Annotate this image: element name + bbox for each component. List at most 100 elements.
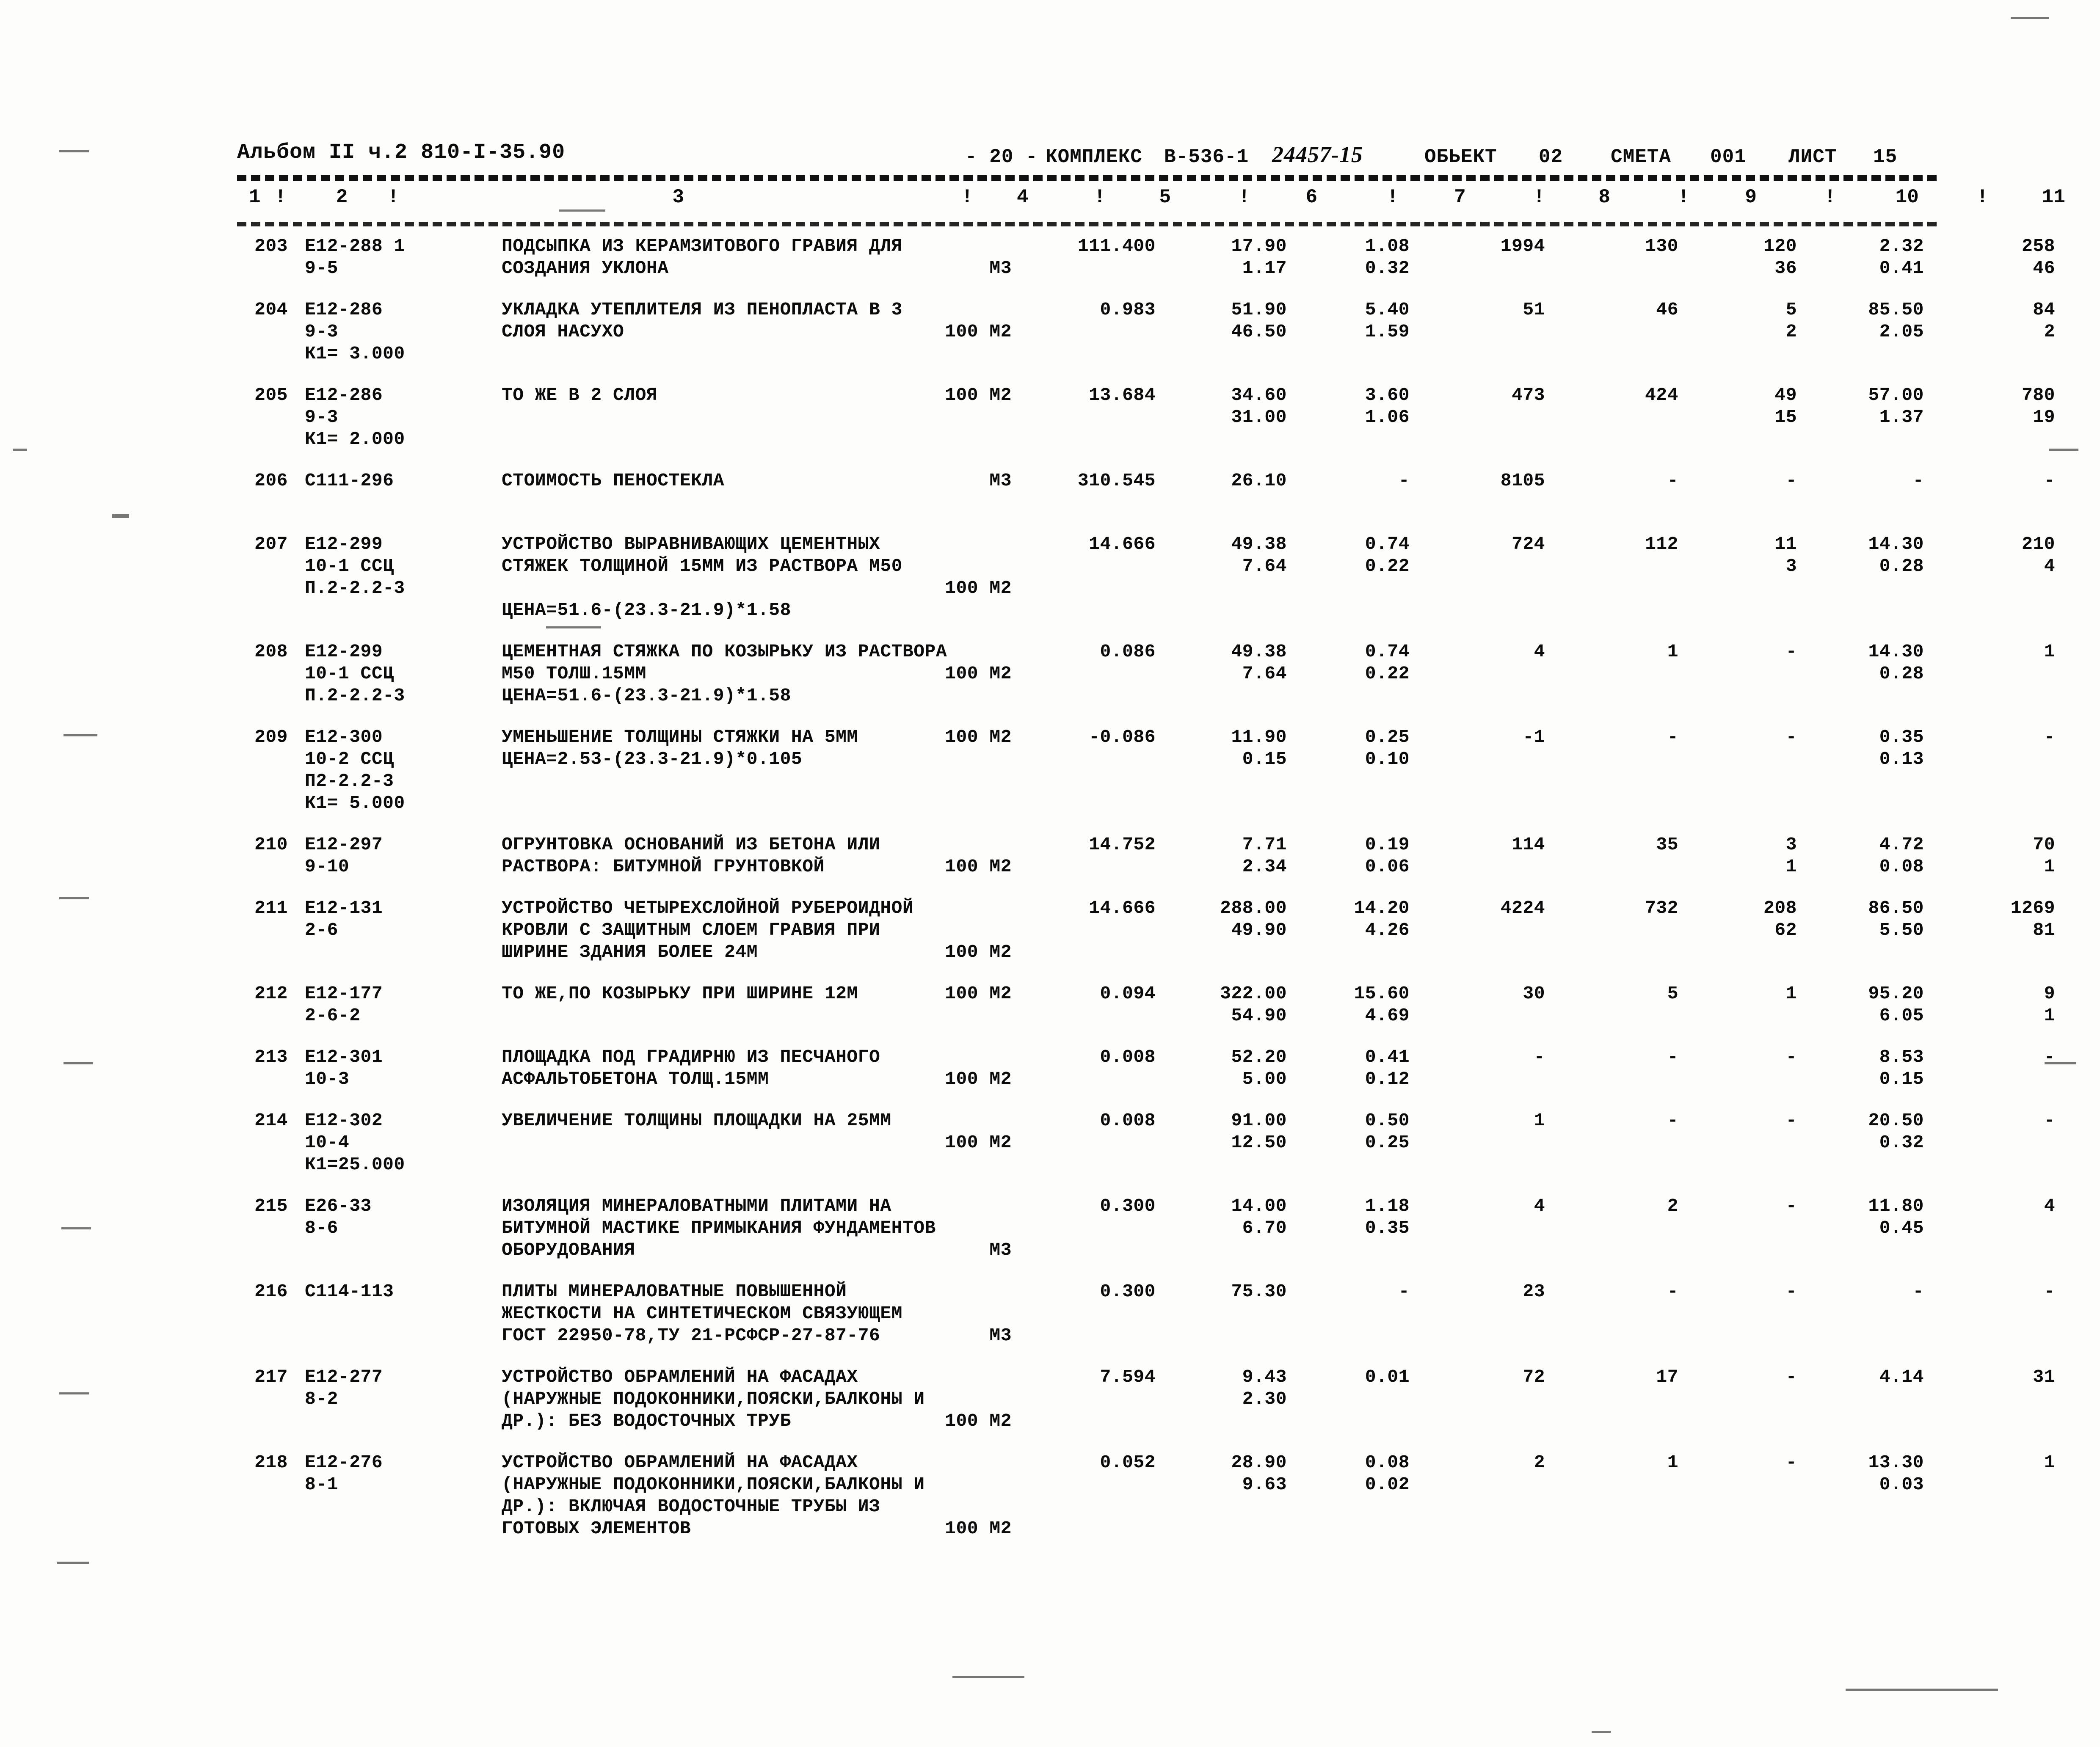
table-row: 215 E26-33 ИЗОЛЯЦИЯ МИНЕРАЛОВАТНЫМИ ПЛИТАМ…: [237, 1196, 2055, 1262]
column-header-sep: !: [1533, 186, 1545, 208]
row-subcode: 10-1 ССЦ: [305, 556, 394, 576]
col10-value: 11.80: [1868, 1196, 1924, 1216]
col4-quantity: 0.300: [1100, 1196, 1156, 1216]
column-header-7: 7: [1454, 186, 1466, 208]
col10-value: 4.14: [1879, 1367, 1924, 1387]
row-description: ГОСТ 22950-78,ТУ 21-РСФСР-27-87-76: [502, 1325, 880, 1346]
row-line: 10-4 100 М2 12.50 0.25 0.32: [237, 1132, 1939, 1154]
row-line: 215 E26-33 ИЗОЛЯЦИЯ МИНЕРАЛОВАТНЫМИ ПЛИТАМ…: [237, 1196, 2055, 1218]
col5-value: 52.20: [1231, 1047, 1287, 1067]
col6-value: -: [1398, 470, 1410, 491]
col10-value-secondary: 6.05: [1879, 1005, 1924, 1026]
row-line: 8-2 (НАРУЖНЫЕ ПОДОКОННИКИ,ПОЯСКИ,БАЛКОНЫ …: [237, 1389, 1939, 1411]
col4-quantity: 14.666: [1089, 534, 1156, 554]
table-row: 205 E12-286 ТО ЖЕ В 2 СЛОЯ 100 М2 13.684 34.6…: [237, 385, 2055, 451]
col6-value-secondary: 0.12: [1365, 1069, 1410, 1089]
col7-value: 23: [1523, 1281, 1545, 1302]
col7-value: 114: [1512, 834, 1545, 855]
table-row: 209 E12-300 УМЕНЬШЕНИЕ ТОЛЩИНЫ СТЯЖКИ НА 5…: [237, 727, 2055, 815]
col11-value: -: [2044, 727, 2055, 747]
row-subcode: 2-6-2: [305, 1005, 361, 1026]
col9-value-secondary: 2: [1785, 321, 1797, 342]
scan-artifact: [112, 514, 129, 518]
col11-value-secondary: 19: [2033, 407, 2055, 427]
col10-value: 95.20: [1868, 983, 1924, 1004]
row-line: К1= 2.000: [237, 429, 1939, 451]
col6-value-secondary: 0.06: [1365, 856, 1410, 877]
row-line: 9-3 СЛОЯ НАСУХО 100 М2 46.50 1.59 2 2.05 2: [237, 321, 2055, 343]
column-header-sep: !: [387, 186, 399, 208]
col9-value: 120: [1763, 236, 1797, 256]
object-label: ОБЬЕКТ: [1424, 146, 1497, 168]
row-number: 217: [254, 1367, 288, 1387]
col6-value: 0.01: [1365, 1367, 1410, 1387]
col9-value: -: [1785, 1367, 1797, 1387]
col9-value: -: [1785, 1196, 1797, 1216]
col8-value: 424: [1645, 385, 1678, 405]
table-row: 207 E12-299 УСТРОЙСТВО ВЫРАВНИВАЮЩИХ ЦЕМЕН…: [237, 534, 2055, 622]
col5-value: 11.90: [1231, 727, 1287, 747]
row-description: ОГРУНТОВКА ОСНОВАНИЙ ИЗ БЕТОНА ИЛИ: [502, 834, 880, 855]
col11-value: 4: [2044, 1196, 2055, 1216]
row-subcode: 8-6: [305, 1218, 338, 1238]
col5-value-secondary: 9.63: [1242, 1474, 1287, 1495]
col6-value-secondary: 0.02: [1365, 1474, 1410, 1495]
col7-value: 51: [1523, 299, 1545, 320]
col6-value-secondary: 4.26: [1365, 920, 1410, 940]
row-description: ШИРИНЕ ЗДАНИЯ БОЛЕЕ 24М: [502, 942, 758, 962]
row-unit: 100 М2: [945, 385, 1012, 405]
row-unit: 100 М2: [945, 1411, 1012, 1431]
col5-value-secondary: 0.15: [1242, 749, 1287, 769]
row-line: ОБОРУДОВАНИЯ М3: [237, 1240, 1939, 1262]
column-header-10: 10: [1895, 186, 1919, 208]
col6-value-secondary: 0.22: [1365, 556, 1410, 576]
col10-value-secondary: 0.32: [1879, 1132, 1924, 1153]
col9-value: 1: [1785, 983, 1797, 1004]
row-code: E12-286: [305, 299, 383, 320]
col7-value: 4: [1534, 1196, 1545, 1216]
col5-value-secondary: 2.30: [1242, 1389, 1287, 1409]
col9-value: -: [1785, 1047, 1797, 1067]
col6-value-secondary: 0.22: [1365, 663, 1410, 684]
col10-value-secondary: 0.45: [1879, 1218, 1924, 1238]
row-line: 9-3 31.00 1.06 15 1.37 19: [237, 407, 2055, 429]
page-marker: - 20 -: [965, 146, 1038, 168]
col11-value: 31: [2033, 1367, 2055, 1387]
row-unit: М3: [989, 1240, 1012, 1260]
row-line: 8-6 БИТУМНОЙ МАСТИКЕ ПРИМЫКАНИЯ ФУНДАМЕНТ…: [237, 1218, 1939, 1240]
col8-value: 5: [1667, 983, 1678, 1004]
row-description: ИЗОЛЯЦИЯ МИНЕРАЛОВАТНЫМИ ПЛИТАМИ НА: [502, 1196, 891, 1216]
col10-value-secondary: 0.41: [1879, 258, 1924, 278]
col8-value: -: [1667, 727, 1678, 747]
row-number: 209: [254, 727, 288, 747]
row-formula: ЦЕНА=51.6-(23.3-21.9)*1.58: [502, 600, 791, 620]
scan-artifact: [1592, 1731, 1611, 1733]
col4-quantity: 13.684: [1089, 385, 1156, 405]
col7-value: 4: [1534, 641, 1545, 662]
estimate-rows: 203 E12-288 1 ПОДСЫПКА ИЗ КЕРАМЗИТОВОГО ГР…: [237, 236, 2055, 1540]
col8-value: 112: [1645, 534, 1678, 554]
row-unit: М3: [989, 1325, 1012, 1346]
col5-value-secondary: 6.70: [1242, 1218, 1287, 1238]
col11-value-secondary: 1: [2044, 856, 2055, 877]
col11-value: -: [2044, 1281, 2055, 1302]
table-row: 218 E12-276 УСТРОЙСТВО ОБРАМЛЕНИЙ НА ФАСАД…: [237, 1452, 2055, 1540]
scan-artifact: [952, 1676, 1024, 1678]
row-description: ДР.): ВКЛЮЧАЯ ВОДОСТОЧНЫЕ ТРУБЫ ИЗ: [502, 1496, 880, 1517]
object-value: 02: [1539, 146, 1563, 168]
col6-value: 0.19: [1365, 834, 1410, 855]
row-description: СТОИМОСТЬ ПЕНОСТЕКЛА: [502, 470, 725, 491]
col4-quantity: 0.086: [1100, 641, 1156, 662]
column-header-sep: !: [1976, 186, 1988, 208]
row-unit: 100 М2: [945, 321, 1012, 342]
col5-value-secondary: 54.90: [1231, 1005, 1287, 1026]
col9-value: 3: [1785, 834, 1797, 855]
col4-quantity: 7.594: [1100, 1367, 1156, 1387]
col5-value: 34.60: [1231, 385, 1287, 405]
col10-value: 57.00: [1868, 385, 1924, 405]
col6-value-secondary: 0.32: [1365, 258, 1410, 278]
col7-value: 8105: [1500, 470, 1545, 491]
estimate-number: 24457-15: [1272, 142, 1363, 167]
row-code: C114-113: [305, 1281, 394, 1302]
col8-value: 130: [1645, 236, 1678, 256]
